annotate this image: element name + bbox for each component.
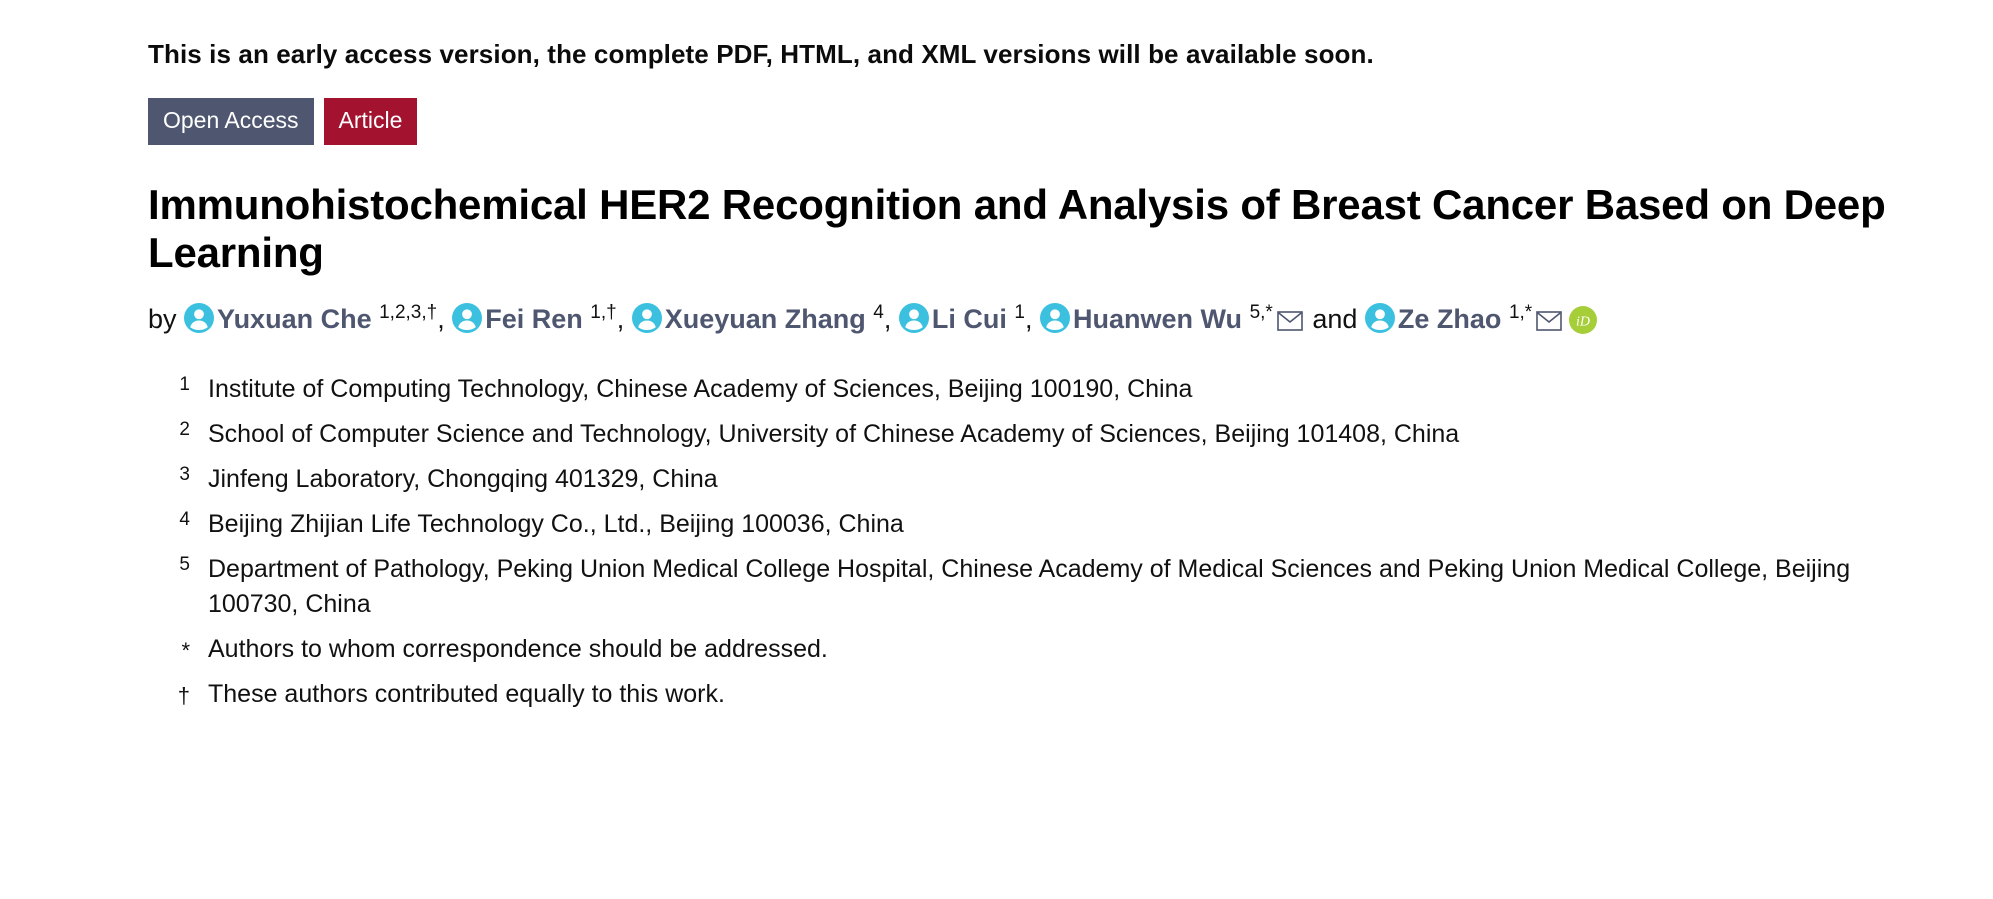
author-affiliation-marker: 1 [1014,301,1025,323]
orcid-icon[interactable]: iD [1569,305,1598,334]
author-entry[interactable]: Li Cui 1 [898,301,1025,334]
affiliation-marker: 5 [179,554,190,576]
affiliation-text: Institute of Computing Technology, Chine… [208,375,1193,404]
person-icon [1364,302,1395,333]
byline-conjunction: and [1312,303,1358,334]
affiliation-marker: 2 [179,419,190,441]
affiliation-row: 3 Jinfeng Laboratory, Chongqing 401329, C… [156,462,1916,497]
affiliation-row: 4 Beijing Zhijian Life Technology Co., Lt… [156,507,1916,542]
author-name[interactable]: Yuxuan Che [217,304,372,334]
author-name[interactable]: Li Cui [932,304,1007,334]
open-access-badge[interactable]: Open Access [148,97,314,145]
author-name[interactable]: Huanwen Wu [1073,304,1242,334]
byline-prefix: by [148,303,177,334]
author-entry[interactable]: Huanwen Wu 5,* [1040,301,1305,334]
author-affiliation-marker: 1,* [1508,301,1533,323]
svg-text:iD: iD [1576,315,1590,330]
author-affiliation-marker: 1,2,3,† [379,301,438,323]
affiliation-marker: 1 [179,374,190,396]
affiliation-row: 1 Institute of Computing Technology, Chin… [156,372,1916,407]
person-icon [631,302,662,333]
page-title: Immunohistochemical HER2 Recognition and… [148,180,1886,277]
email-icon[interactable] [1277,311,1303,331]
author-entry[interactable]: Ze Zhao 1,* iD [1364,301,1599,334]
affiliation-text: Department of Pathology, Peking Union Me… [208,555,1851,619]
article-type-badge[interactable]: Article [323,97,418,145]
author-affiliation-marker: 1,† [590,301,617,323]
footnote-marker: † [177,683,190,709]
affiliation-text: Beijing Zhijian Life Technology Co., Ltd… [208,510,904,539]
author-entry[interactable]: Fei Ren 1,† [452,301,617,334]
author-entry[interactable]: Xueyuan Zhang 4 [631,301,884,334]
affiliation-marker: 3 [179,464,190,486]
author-byline: by Yuxuan Che 1,2,3,†, Fei Ren 1,†, Xuey… [148,300,1868,338]
person-icon [1040,302,1071,333]
footnote-row: † These authors contributed equally to th… [156,677,1916,712]
affiliation-row: 2 School of Computer Science and Technolo… [156,417,1916,452]
affiliation-text: Jinfeng Laboratory, Chongqing 401329, Ch… [208,465,718,494]
affiliation-marker: 4 [179,509,190,531]
footnote-text: These authors contributed equally to thi… [208,680,725,709]
affiliation-list: 1 Institute of Computing Technology, Chin… [156,372,1916,712]
author-affiliation-marker: 4 [873,301,884,323]
byline-separator: , [883,303,892,334]
person-icon [898,302,929,333]
affiliation-row: 5 Department of Pathology, Peking Union M… [156,552,1916,622]
article-header-page: This is an early access version, the com… [0,0,1993,899]
author-entry[interactable]: Yuxuan Che 1,2,3,† [184,301,438,334]
early-access-notice: This is an early access version, the com… [148,39,1374,69]
affiliation-text: School of Computer Science and Technolog… [208,420,1460,449]
byline-separator: , [616,303,625,334]
footnote-text: Authors to whom correspondence should be… [208,635,828,664]
author-affiliation-marker: 5,* [1249,301,1273,323]
footnote-marker: * [181,638,190,664]
email-icon[interactable] [1536,311,1562,331]
person-icon [184,302,215,333]
footnote-row: * Authors to whom correspondence should b… [156,632,1916,667]
author-name[interactable]: Fei Ren [485,304,583,334]
badge-row: Open Access Article [148,97,1933,145]
byline-separator: , [1025,303,1033,334]
article-content: This is an early access version, the com… [0,0,1993,712]
author-name[interactable]: Xueyuan Zhang [665,304,866,334]
byline-separator: , [437,303,445,334]
person-icon [452,302,483,333]
author-name[interactable]: Ze Zhao [1398,304,1502,334]
